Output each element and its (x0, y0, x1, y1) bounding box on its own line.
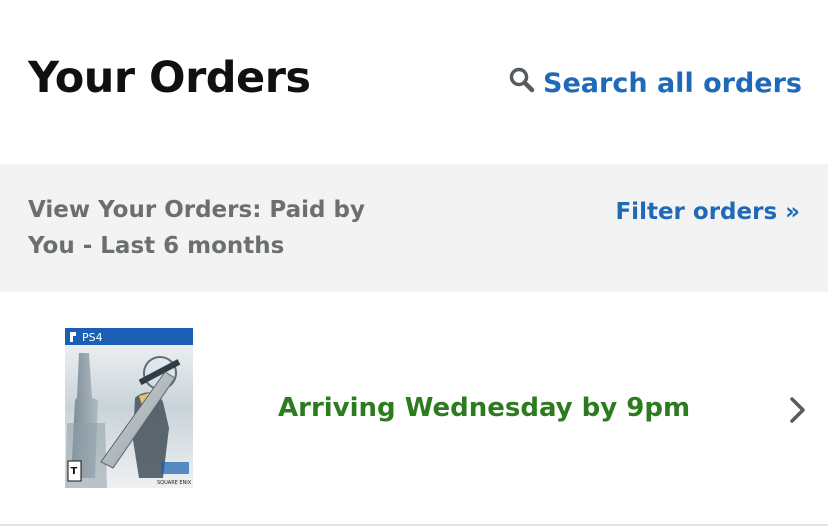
order-list-item[interactable]: PS4 T SQUARE ENIX Arriving Wednesday by … (0, 292, 828, 524)
esrb-rating-badge: T (71, 466, 78, 477)
platform-label: PS4 (82, 331, 103, 344)
product-thumbnail: PS4 T SQUARE ENIX (65, 328, 193, 488)
search-all-orders-label: Search all orders (543, 68, 802, 99)
filter-orders-link[interactable]: Filter orders » (615, 194, 800, 230)
chevron-right-icon[interactable] (788, 396, 808, 424)
orders-header: Your Orders Search all orders (0, 0, 828, 164)
search-icon (507, 65, 537, 95)
publisher-label: SQUARE ENIX (157, 480, 192, 486)
list-divider (0, 524, 828, 526)
search-all-orders-link[interactable]: Search all orders (507, 64, 802, 104)
filter-description: View Your Orders: Paid by You - Last 6 m… (28, 197, 365, 259)
page-title: Your Orders (28, 53, 311, 103)
filter-bar: View Your Orders: Paid by You - Last 6 m… (0, 164, 828, 292)
delivery-status: Arriving Wednesday by 9pm (278, 393, 691, 423)
orders-page: Your Orders Search all orders View Your … (0, 0, 828, 532)
game-cover-image: PS4 T SQUARE ENIX (65, 328, 193, 488)
